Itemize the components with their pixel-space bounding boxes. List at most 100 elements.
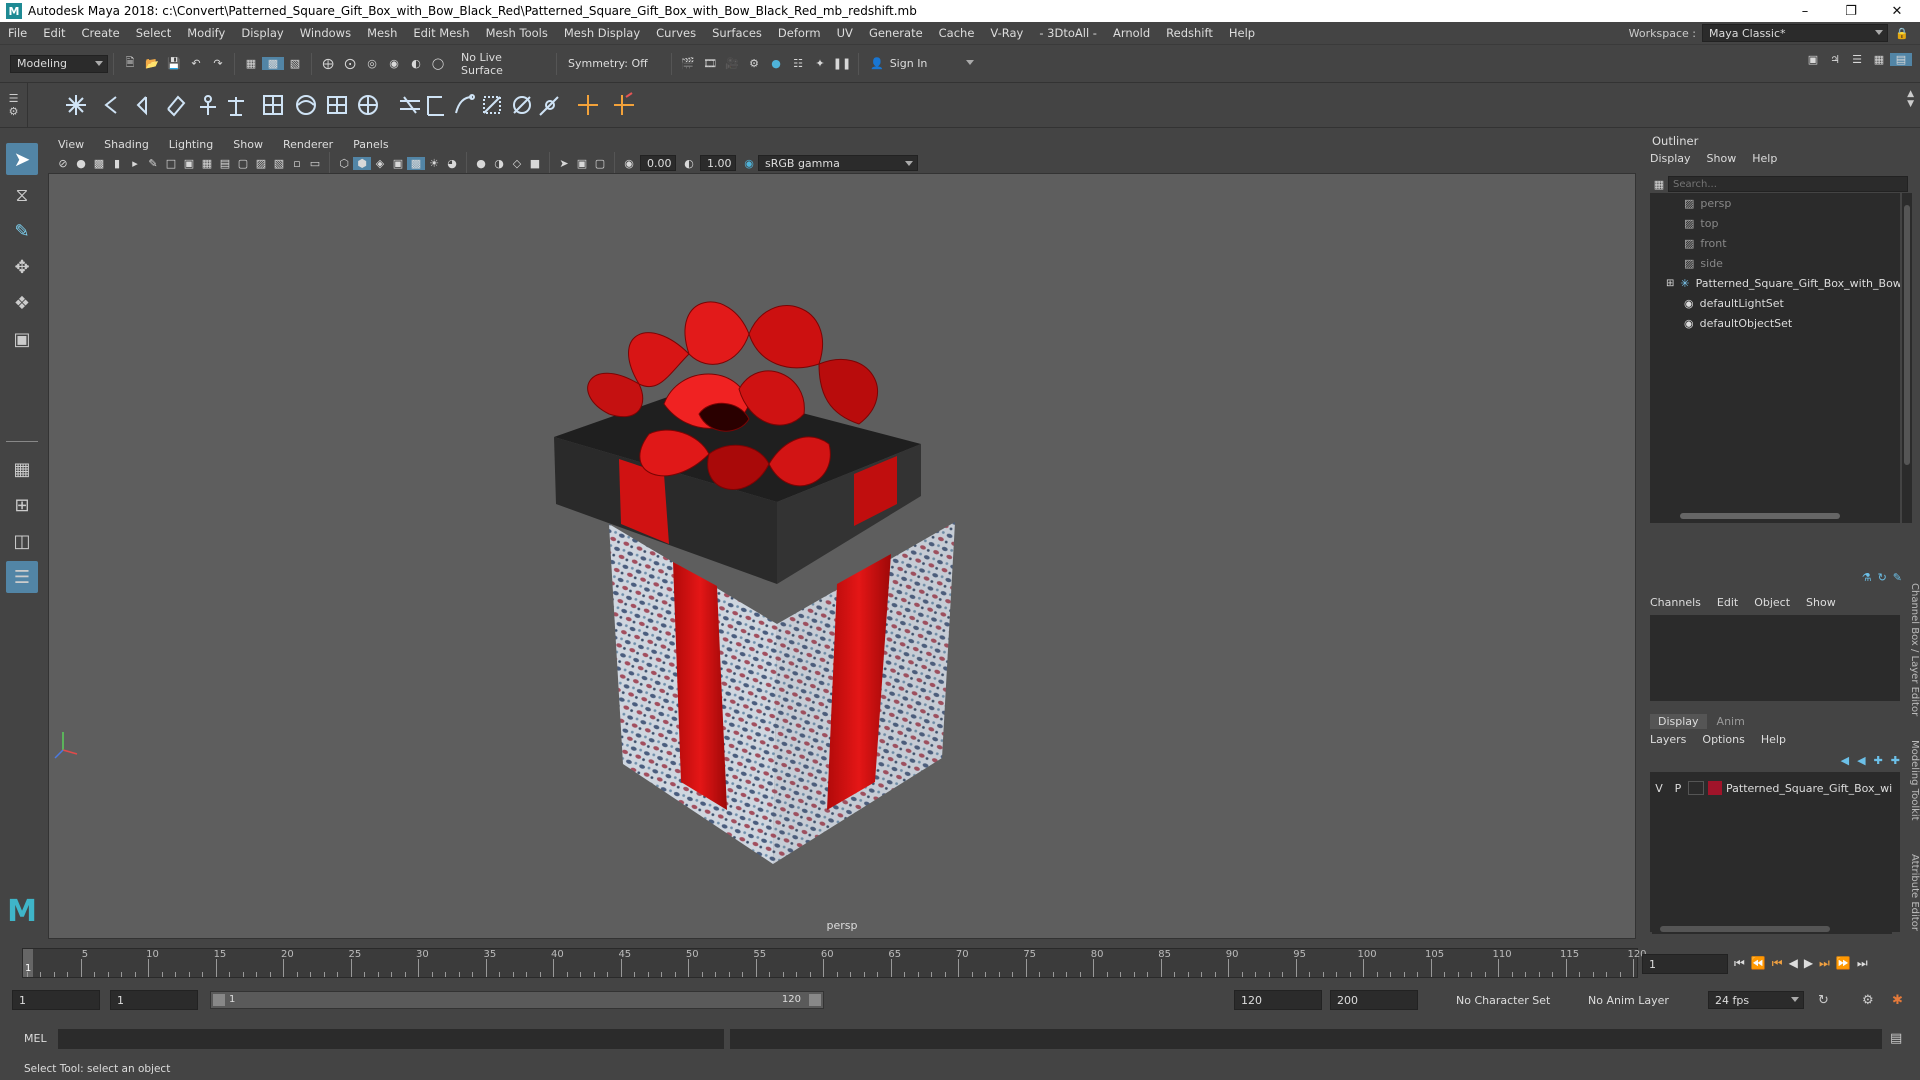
image-plane-icon[interactable]: ▮ bbox=[108, 157, 126, 170]
cluster-icon[interactable] bbox=[400, 96, 420, 114]
channelbox-menu-channels[interactable]: Channels bbox=[1650, 596, 1701, 609]
shadows-icon[interactable]: ☀ bbox=[425, 157, 443, 170]
outliner-item-default-object-set[interactable]: ◉ defaultObjectSet bbox=[1650, 313, 1900, 333]
redo-icon[interactable]: ↷ bbox=[207, 57, 229, 70]
paint-weights-icon[interactable] bbox=[296, 95, 316, 115]
search-options-icon[interactable]: ▦ bbox=[1650, 178, 1668, 191]
modeling-toolkit-icon[interactable]: ▣ bbox=[1802, 53, 1824, 66]
tab-anim[interactable]: Anim bbox=[1707, 714, 1755, 729]
render-setup-icon[interactable]: ☷ bbox=[787, 57, 809, 70]
layer-name[interactable]: Patterned_Square_Gift_Box_wi bbox=[1726, 782, 1892, 795]
film-gate-icon[interactable]: ▤ bbox=[216, 157, 234, 170]
snap-view-icon[interactable]: ◉ bbox=[383, 57, 405, 70]
go-to-end-icon[interactable]: ⏭ bbox=[1857, 956, 1868, 971]
resolution-gate-icon[interactable]: ▢ bbox=[234, 157, 252, 170]
character-set-dropdown[interactable]: No Character Set bbox=[1450, 991, 1574, 1009]
move-layer-up-icon[interactable]: ◀ bbox=[1841, 754, 1849, 767]
layer-menu-options[interactable]: Options bbox=[1702, 733, 1744, 746]
channel-sync-icon[interactable]: ↻ bbox=[1878, 571, 1887, 584]
smooth-bind-icon[interactable] bbox=[263, 95, 283, 115]
maximize-button[interactable]: ❐ bbox=[1828, 0, 1874, 22]
select-component-icon[interactable]: ▧ bbox=[284, 57, 306, 70]
new-scene-icon[interactable]: 🗎 bbox=[119, 54, 141, 73]
anim-layer-dropdown[interactable]: No Anim Layer bbox=[1582, 991, 1692, 1009]
exposure-field[interactable]: 0.00 bbox=[640, 155, 676, 171]
menu-file[interactable]: File bbox=[0, 26, 35, 40]
channelbox-menu-edit[interactable]: Edit bbox=[1717, 596, 1738, 609]
menu-deform[interactable]: Deform bbox=[770, 26, 829, 40]
menu-create[interactable]: Create bbox=[74, 26, 128, 40]
channel-edit-icon[interactable]: ✎ bbox=[1893, 571, 1902, 584]
current-frame-field[interactable]: 1 bbox=[1642, 954, 1728, 974]
2d-pan-icon[interactable]: ▸ bbox=[126, 157, 144, 170]
attribute-editor-icon[interactable]: ☰ bbox=[1846, 53, 1868, 66]
lock-icon[interactable]: 🔒 bbox=[1892, 27, 1912, 40]
menu-windows[interactable]: Windows bbox=[292, 26, 359, 40]
frame-selected-icon[interactable]: ▣ bbox=[180, 157, 198, 170]
rotate-tool-button[interactable]: ❖ bbox=[6, 287, 38, 319]
loop-icon[interactable]: ↻ bbox=[1818, 993, 1829, 1008]
hypershade-icon[interactable]: ● bbox=[765, 57, 787, 70]
safe-action-icon[interactable]: ▫ bbox=[288, 157, 306, 170]
snap-grid-icon[interactable]: ⨁ bbox=[317, 57, 339, 70]
menu-arnold[interactable]: Arnold bbox=[1105, 26, 1158, 40]
mel-label[interactable]: MEL bbox=[24, 1032, 47, 1045]
lattice-icon[interactable] bbox=[358, 95, 378, 115]
bind-skin-icon[interactable] bbox=[167, 95, 186, 117]
animation-start-field[interactable]: 1 bbox=[12, 990, 100, 1010]
menu-mesh-tools[interactable]: Mesh Tools bbox=[478, 26, 556, 40]
wireframe-icon[interactable]: ⬡ bbox=[335, 157, 353, 170]
outliner-layout-button[interactable]: ☰ bbox=[6, 561, 38, 593]
hik-skeleton-icon[interactable] bbox=[200, 95, 216, 115]
snap-vertex-icon[interactable]: ◯ bbox=[427, 57, 449, 70]
channelbox-menu-show[interactable]: Show bbox=[1806, 596, 1836, 609]
new-layer-selected-icon[interactable]: ✚ bbox=[1891, 754, 1900, 767]
outliner-menu-show[interactable]: Show bbox=[1707, 152, 1737, 165]
menu-mesh[interactable]: Mesh bbox=[359, 26, 405, 40]
snap-surface-icon[interactable]: ◐ bbox=[405, 57, 427, 70]
vp-menu-lighting[interactable]: Lighting bbox=[159, 138, 223, 151]
range-bar[interactable]: 1 120 bbox=[210, 991, 824, 1009]
channel-box-icon[interactable]: ▤ bbox=[1890, 53, 1912, 66]
vscroll-thumb[interactable] bbox=[1904, 205, 1910, 465]
channelbox-area[interactable] bbox=[1650, 615, 1900, 701]
undo-icon[interactable]: ↶ bbox=[185, 57, 207, 70]
multisample-icon[interactable]: ▣ bbox=[573, 157, 591, 170]
constraint-pole-icon[interactable] bbox=[539, 96, 559, 116]
ik-spline-icon[interactable] bbox=[136, 96, 147, 116]
smooth-shade-icon[interactable]: ⬢ bbox=[353, 156, 371, 170]
character-controls-icon[interactable]: ♃ bbox=[1824, 53, 1846, 66]
locator-icon[interactable] bbox=[578, 95, 598, 115]
save-scene-icon[interactable]: 💾 bbox=[163, 57, 185, 70]
shelf-tabs-toggle[interactable]: ☰ ⚙ bbox=[0, 83, 28, 127]
outliner-menu-display[interactable]: Display bbox=[1650, 152, 1691, 165]
gamma-field[interactable]: 1.00 bbox=[700, 155, 736, 171]
vp-menu-view[interactable]: View bbox=[48, 138, 94, 151]
pause-icon[interactable]: ❚❚ bbox=[831, 57, 853, 70]
step-forward-frame-icon[interactable]: ⏭ bbox=[1819, 956, 1830, 971]
command-input[interactable] bbox=[58, 1029, 724, 1049]
select-object-icon[interactable]: ▩ bbox=[262, 57, 284, 70]
outliner-vscroll[interactable] bbox=[1902, 193, 1912, 523]
tab-display[interactable]: Display bbox=[1650, 713, 1707, 729]
close-button[interactable]: ✕ bbox=[1874, 0, 1920, 22]
step-back-frame-icon[interactable]: ⏮ bbox=[1772, 956, 1783, 971]
constraint-orient-icon[interactable] bbox=[483, 96, 501, 114]
side-tab-modeling-toolkit[interactable]: Modeling Toolkit bbox=[1906, 730, 1920, 830]
hscroll-thumb[interactable] bbox=[1660, 926, 1830, 932]
menu-cache[interactable]: Cache bbox=[931, 26, 983, 40]
script-editor-icon[interactable]: ▤ bbox=[1890, 1031, 1902, 1046]
menu-vray[interactable]: V-Ray bbox=[982, 26, 1031, 40]
playback-end-field[interactable]: 120 bbox=[1234, 990, 1322, 1010]
mode-dropdown[interactable]: Modeling bbox=[10, 54, 108, 73]
range-start-handle[interactable] bbox=[213, 994, 225, 1006]
paint-select-button[interactable]: ✎ bbox=[6, 215, 38, 247]
outliner-search-input[interactable] bbox=[1668, 176, 1908, 192]
gamma-icon[interactable]: ◐ bbox=[680, 157, 698, 170]
menu-redshift[interactable]: Redshift bbox=[1158, 26, 1221, 40]
safe-title-icon[interactable]: ▭ bbox=[306, 157, 324, 170]
layer-color-swatch[interactable] bbox=[1708, 781, 1722, 795]
select-hierarchy-icon[interactable]: ▦ bbox=[240, 57, 262, 70]
layer-row[interactable]: V P Patterned_Square_Gift_Box_wi bbox=[1650, 778, 1900, 798]
step-forward-key-icon[interactable]: ⏩ bbox=[1836, 956, 1851, 971]
